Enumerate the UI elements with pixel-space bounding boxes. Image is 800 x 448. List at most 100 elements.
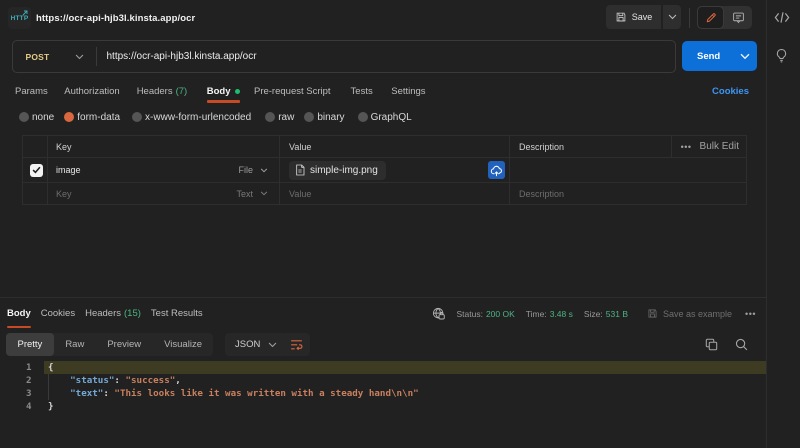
more-options-icon[interactable]: ••• xyxy=(681,142,692,152)
radio-x-www-form-urlencoded[interactable]: x-www-form-urlencoded xyxy=(132,112,251,123)
header-key: Key xyxy=(47,136,279,157)
size-label: Size: xyxy=(584,309,603,319)
response-tabs: Body Cookies Headers(15) Test Results St… xyxy=(0,298,766,329)
code-line-1: 1 { xyxy=(0,361,766,374)
value-cell[interactable]: simple-img.png xyxy=(279,158,509,182)
file-icon xyxy=(295,164,305,176)
response-tab-test-results[interactable]: Test Results xyxy=(151,298,203,329)
radio-circle-selected xyxy=(64,112,74,122)
file-chip[interactable]: simple-img.png xyxy=(289,161,386,180)
tab-headers[interactable]: Headers(7) xyxy=(137,80,188,103)
cookies-link[interactable]: Cookies xyxy=(712,80,749,103)
right-sidebar xyxy=(766,0,800,448)
save-options-button[interactable] xyxy=(663,5,681,29)
table-row-empty: Key Text Value Description xyxy=(23,183,746,205)
view-visualize[interactable]: Visualize xyxy=(153,333,214,356)
format-select[interactable]: JSON xyxy=(225,333,287,356)
save-button[interactable]: Save xyxy=(606,5,661,29)
table-header-row: Key Value Description ••• Bulk Edit xyxy=(23,136,746,158)
body-modified-dot xyxy=(235,89,240,94)
request-header: HTTP https://ocr-api-hjb3l.kinsta.app/oc… xyxy=(0,0,766,36)
tab-body[interactable]: Body xyxy=(207,80,241,103)
radio-raw[interactable]: raw xyxy=(265,112,294,123)
radio-circle xyxy=(132,112,142,122)
checkmark-icon xyxy=(32,166,41,174)
indent-guide xyxy=(48,374,49,400)
type-select-text[interactable]: Text xyxy=(236,189,279,199)
tab-settings[interactable]: Settings xyxy=(391,80,425,103)
response-tab-headers[interactable]: Headers(15) xyxy=(85,298,141,329)
line-number: 2 xyxy=(0,374,44,387)
radio-circle xyxy=(19,112,29,122)
lightbulb-icon[interactable] xyxy=(774,48,789,63)
upload-file-button[interactable] xyxy=(488,161,505,179)
description-cell-empty[interactable]: Description xyxy=(509,183,746,204)
key-cell[interactable]: image File xyxy=(47,158,279,182)
table-row: image File simple-img.png xyxy=(23,158,746,183)
postman-app: { "colors": { "accent_orange": "#c64a26"… xyxy=(0,0,800,448)
tab-authorization[interactable]: Authorization xyxy=(64,80,119,103)
send-button[interactable]: Send xyxy=(682,41,757,71)
view-preview[interactable]: Preview xyxy=(96,333,153,356)
wrap-text-button[interactable] xyxy=(282,333,310,356)
code-line-3: 3 "text": "This looks like it was writte… xyxy=(0,387,766,400)
response-toolbar: Pretty Raw Preview Visualize JSON xyxy=(0,329,766,362)
url-input[interactable]: https://ocr-api-hjb3l.kinsta.app/ocr xyxy=(97,51,257,62)
active-tab-underline xyxy=(207,100,241,103)
toolbar-right-icons xyxy=(705,333,748,356)
type-select-file[interactable]: File xyxy=(238,165,279,175)
chevron-down-icon xyxy=(268,342,277,348)
time-label: Time: xyxy=(526,309,547,319)
description-cell[interactable] xyxy=(509,158,746,182)
line-number: 4 xyxy=(0,400,44,413)
radio-binary[interactable]: binary xyxy=(304,112,344,123)
view-raw[interactable]: Raw xyxy=(54,333,96,356)
radio-circle xyxy=(358,112,368,122)
value-cell-empty[interactable]: Value xyxy=(279,183,509,204)
radio-form-data[interactable]: form-data xyxy=(64,112,120,123)
chevron-down-icon xyxy=(260,168,268,173)
save-as-example-button[interactable]: Save as example xyxy=(647,308,732,319)
response-body-editor[interactable]: 1 { 2 "status": "success", 3 "text": "Th… xyxy=(0,361,766,448)
tab-params[interactable]: Params xyxy=(15,80,48,103)
send-options-button[interactable] xyxy=(740,53,758,60)
comment-button[interactable] xyxy=(724,11,752,24)
edit-button[interactable] xyxy=(697,6,724,29)
code-snippet-icon[interactable] xyxy=(774,11,790,24)
status-label: Status: xyxy=(456,309,482,319)
arrow-up-right-icon xyxy=(22,10,28,16)
http-request-icon: HTTP xyxy=(8,7,31,29)
response-more-options[interactable]: ••• xyxy=(745,309,756,319)
header-value: Value xyxy=(279,136,509,157)
header-checkbox-cell xyxy=(23,136,47,157)
edit-comment-group xyxy=(697,6,752,29)
wrap-text-icon xyxy=(290,339,303,351)
method-select[interactable]: POST xyxy=(13,52,96,62)
radio-none[interactable]: none xyxy=(19,112,54,123)
header-description: Description ••• Bulk Edit xyxy=(509,136,746,157)
tab-tests[interactable]: Tests xyxy=(351,80,373,103)
view-pretty[interactable]: Pretty xyxy=(6,333,54,356)
chevron-down-icon xyxy=(740,53,750,60)
search-icon[interactable] xyxy=(735,338,748,351)
key-cell-empty[interactable]: Key Text xyxy=(47,183,279,204)
copy-icon[interactable] xyxy=(705,338,718,351)
radio-graphql[interactable]: GraphQL xyxy=(358,112,412,123)
time-value: 3.48 s xyxy=(550,309,573,319)
request-tabs: Params Authorization Headers(7) Body Pre… xyxy=(0,80,766,103)
bulk-edit-button[interactable]: Bulk Edit xyxy=(700,141,739,152)
chevron-down-icon xyxy=(75,54,84,60)
pencil-icon xyxy=(705,12,717,24)
response-tab-body[interactable]: Body xyxy=(7,298,31,329)
cloud-upload-icon xyxy=(490,164,503,177)
form-data-table: Key Value Description ••• Bulk Edit imag… xyxy=(22,135,747,205)
floppy-disk-icon xyxy=(615,11,627,23)
row-checkbox-checked[interactable] xyxy=(30,164,43,177)
tab-pre-request-script[interactable]: Pre-request Script xyxy=(254,80,331,103)
code-line-4: 4 } xyxy=(0,400,766,413)
request-title: https://ocr-api-hjb3l.kinsta.app/ocr xyxy=(36,0,195,36)
table-header-actions: ••• Bulk Edit xyxy=(671,136,746,157)
response-tab-cookies[interactable]: Cookies xyxy=(41,298,75,329)
url-bar: POST https://ocr-api-hjb3l.kinsta.app/oc… xyxy=(12,40,676,73)
network-info-icon[interactable] xyxy=(432,307,445,320)
